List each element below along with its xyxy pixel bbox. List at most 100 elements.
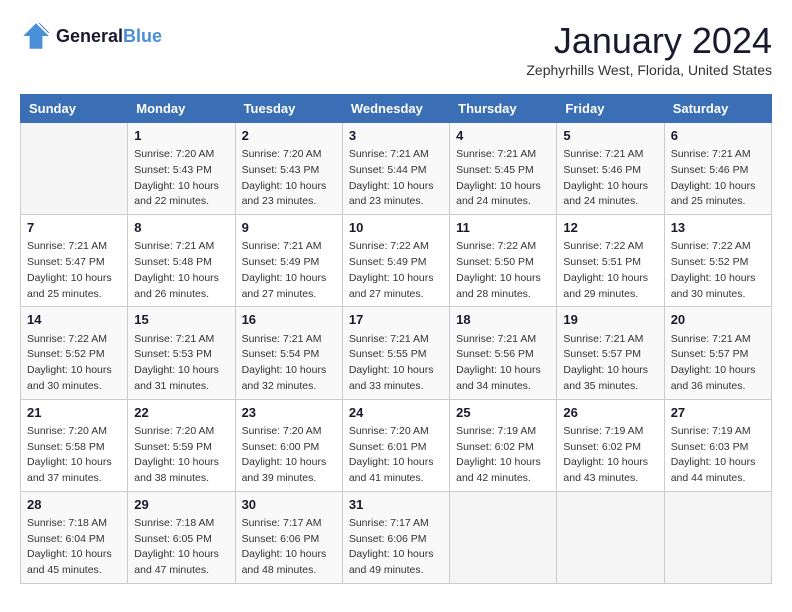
day-number: 22	[134, 404, 228, 422]
calendar-cell	[664, 491, 771, 583]
day-info: Sunrise: 7:20 AMSunset: 5:58 PMDaylight:…	[27, 424, 121, 487]
day-number: 2	[242, 127, 336, 145]
month-title: January 2024	[526, 20, 772, 62]
day-number: 23	[242, 404, 336, 422]
day-info: Sunrise: 7:19 AMSunset: 6:02 PMDaylight:…	[563, 424, 657, 487]
calendar-body: 1 Sunrise: 7:20 AMSunset: 5:43 PMDayligh…	[21, 123, 772, 584]
day-number: 6	[671, 127, 765, 145]
calendar-cell: 1 Sunrise: 7:20 AMSunset: 5:43 PMDayligh…	[128, 123, 235, 215]
calendar-cell: 31 Sunrise: 7:17 AMSunset: 6:06 PMDaylig…	[342, 491, 449, 583]
day-info: Sunrise: 7:18 AMSunset: 6:04 PMDaylight:…	[27, 516, 121, 579]
day-info: Sunrise: 7:21 AMSunset: 5:47 PMDaylight:…	[27, 239, 121, 302]
calendar-week-row: 1 Sunrise: 7:20 AMSunset: 5:43 PMDayligh…	[21, 123, 772, 215]
calendar-cell: 8 Sunrise: 7:21 AMSunset: 5:48 PMDayligh…	[128, 215, 235, 307]
logo-text: GeneralBlue	[56, 26, 162, 47]
calendar-table: SundayMondayTuesdayWednesdayThursdayFrid…	[20, 94, 772, 584]
day-info: Sunrise: 7:21 AMSunset: 5:45 PMDaylight:…	[456, 147, 550, 210]
day-of-week-header: Friday	[557, 95, 664, 123]
calendar-week-row: 14 Sunrise: 7:22 AMSunset: 5:52 PMDaylig…	[21, 307, 772, 399]
calendar-cell: 14 Sunrise: 7:22 AMSunset: 5:52 PMDaylig…	[21, 307, 128, 399]
day-info: Sunrise: 7:18 AMSunset: 6:05 PMDaylight:…	[134, 516, 228, 579]
calendar-cell: 23 Sunrise: 7:20 AMSunset: 6:00 PMDaylig…	[235, 399, 342, 491]
day-number: 21	[27, 404, 121, 422]
calendar-cell: 6 Sunrise: 7:21 AMSunset: 5:46 PMDayligh…	[664, 123, 771, 215]
day-of-week-header: Saturday	[664, 95, 771, 123]
day-info: Sunrise: 7:19 AMSunset: 6:03 PMDaylight:…	[671, 424, 765, 487]
day-number: 30	[242, 496, 336, 514]
calendar-cell	[557, 491, 664, 583]
calendar-cell	[21, 123, 128, 215]
calendar-cell: 11 Sunrise: 7:22 AMSunset: 5:50 PMDaylig…	[450, 215, 557, 307]
day-of-week-header: Wednesday	[342, 95, 449, 123]
day-info: Sunrise: 7:21 AMSunset: 5:56 PMDaylight:…	[456, 332, 550, 395]
day-info: Sunrise: 7:21 AMSunset: 5:53 PMDaylight:…	[134, 332, 228, 395]
logo-icon	[20, 20, 52, 52]
day-info: Sunrise: 7:21 AMSunset: 5:55 PMDaylight:…	[349, 332, 443, 395]
day-info: Sunrise: 7:22 AMSunset: 5:51 PMDaylight:…	[563, 239, 657, 302]
calendar-cell: 16 Sunrise: 7:21 AMSunset: 5:54 PMDaylig…	[235, 307, 342, 399]
calendar-cell	[450, 491, 557, 583]
title-block: January 2024 Zephyrhills West, Florida, …	[526, 20, 772, 78]
calendar-cell: 7 Sunrise: 7:21 AMSunset: 5:47 PMDayligh…	[21, 215, 128, 307]
day-number: 14	[27, 311, 121, 329]
day-of-week-header: Monday	[128, 95, 235, 123]
day-number: 4	[456, 127, 550, 145]
day-number: 11	[456, 219, 550, 237]
day-info: Sunrise: 7:17 AMSunset: 6:06 PMDaylight:…	[349, 516, 443, 579]
day-number: 28	[27, 496, 121, 514]
day-info: Sunrise: 7:17 AMSunset: 6:06 PMDaylight:…	[242, 516, 336, 579]
location: Zephyrhills West, Florida, United States	[526, 62, 772, 78]
calendar-cell: 29 Sunrise: 7:18 AMSunset: 6:05 PMDaylig…	[128, 491, 235, 583]
calendar-cell: 9 Sunrise: 7:21 AMSunset: 5:49 PMDayligh…	[235, 215, 342, 307]
calendar-cell: 21 Sunrise: 7:20 AMSunset: 5:58 PMDaylig…	[21, 399, 128, 491]
calendar-cell: 18 Sunrise: 7:21 AMSunset: 5:56 PMDaylig…	[450, 307, 557, 399]
day-info: Sunrise: 7:22 AMSunset: 5:49 PMDaylight:…	[349, 239, 443, 302]
day-number: 20	[671, 311, 765, 329]
day-number: 24	[349, 404, 443, 422]
day-of-week-header: Tuesday	[235, 95, 342, 123]
day-info: Sunrise: 7:21 AMSunset: 5:57 PMDaylight:…	[671, 332, 765, 395]
calendar-cell: 19 Sunrise: 7:21 AMSunset: 5:57 PMDaylig…	[557, 307, 664, 399]
day-number: 29	[134, 496, 228, 514]
calendar-cell: 4 Sunrise: 7:21 AMSunset: 5:45 PMDayligh…	[450, 123, 557, 215]
calendar-cell: 24 Sunrise: 7:20 AMSunset: 6:01 PMDaylig…	[342, 399, 449, 491]
day-info: Sunrise: 7:22 AMSunset: 5:52 PMDaylight:…	[27, 332, 121, 395]
logo: GeneralBlue	[20, 20, 162, 52]
calendar-week-row: 7 Sunrise: 7:21 AMSunset: 5:47 PMDayligh…	[21, 215, 772, 307]
calendar-cell: 13 Sunrise: 7:22 AMSunset: 5:52 PMDaylig…	[664, 215, 771, 307]
day-info: Sunrise: 7:21 AMSunset: 5:54 PMDaylight:…	[242, 332, 336, 395]
day-number: 1	[134, 127, 228, 145]
day-number: 27	[671, 404, 765, 422]
day-number: 5	[563, 127, 657, 145]
calendar-cell: 20 Sunrise: 7:21 AMSunset: 5:57 PMDaylig…	[664, 307, 771, 399]
day-number: 3	[349, 127, 443, 145]
calendar-cell: 30 Sunrise: 7:17 AMSunset: 6:06 PMDaylig…	[235, 491, 342, 583]
day-info: Sunrise: 7:20 AMSunset: 5:43 PMDaylight:…	[134, 147, 228, 210]
calendar-cell: 5 Sunrise: 7:21 AMSunset: 5:46 PMDayligh…	[557, 123, 664, 215]
day-info: Sunrise: 7:20 AMSunset: 6:01 PMDaylight:…	[349, 424, 443, 487]
day-info: Sunrise: 7:20 AMSunset: 6:00 PMDaylight:…	[242, 424, 336, 487]
calendar-cell: 15 Sunrise: 7:21 AMSunset: 5:53 PMDaylig…	[128, 307, 235, 399]
calendar-cell: 12 Sunrise: 7:22 AMSunset: 5:51 PMDaylig…	[557, 215, 664, 307]
day-info: Sunrise: 7:19 AMSunset: 6:02 PMDaylight:…	[456, 424, 550, 487]
day-info: Sunrise: 7:21 AMSunset: 5:44 PMDaylight:…	[349, 147, 443, 210]
day-number: 15	[134, 311, 228, 329]
day-number: 25	[456, 404, 550, 422]
calendar-header-row: SundayMondayTuesdayWednesdayThursdayFrid…	[21, 95, 772, 123]
day-number: 19	[563, 311, 657, 329]
calendar-week-row: 21 Sunrise: 7:20 AMSunset: 5:58 PMDaylig…	[21, 399, 772, 491]
day-info: Sunrise: 7:21 AMSunset: 5:46 PMDaylight:…	[671, 147, 765, 210]
day-info: Sunrise: 7:21 AMSunset: 5:57 PMDaylight:…	[563, 332, 657, 395]
calendar-week-row: 28 Sunrise: 7:18 AMSunset: 6:04 PMDaylig…	[21, 491, 772, 583]
day-number: 10	[349, 219, 443, 237]
day-info: Sunrise: 7:20 AMSunset: 5:59 PMDaylight:…	[134, 424, 228, 487]
day-number: 26	[563, 404, 657, 422]
day-number: 17	[349, 311, 443, 329]
calendar-cell: 27 Sunrise: 7:19 AMSunset: 6:03 PMDaylig…	[664, 399, 771, 491]
calendar-cell: 26 Sunrise: 7:19 AMSunset: 6:02 PMDaylig…	[557, 399, 664, 491]
calendar-cell: 22 Sunrise: 7:20 AMSunset: 5:59 PMDaylig…	[128, 399, 235, 491]
day-number: 16	[242, 311, 336, 329]
day-number: 31	[349, 496, 443, 514]
day-number: 13	[671, 219, 765, 237]
calendar-cell: 10 Sunrise: 7:22 AMSunset: 5:49 PMDaylig…	[342, 215, 449, 307]
